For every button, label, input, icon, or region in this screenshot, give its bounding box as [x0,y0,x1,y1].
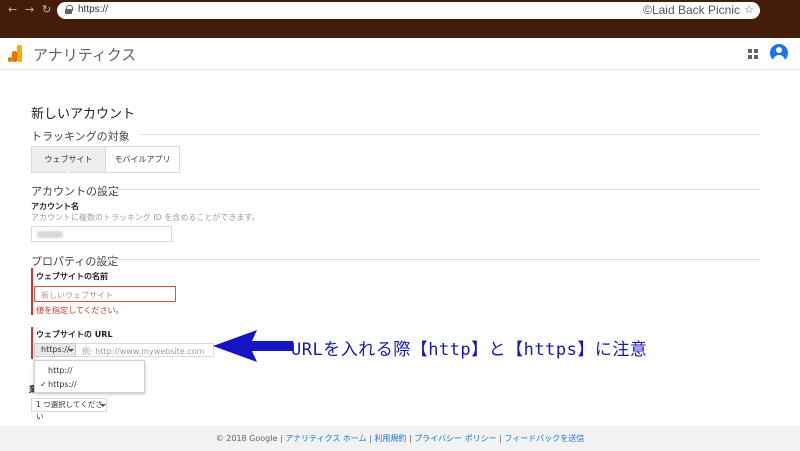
section-divider [140,134,760,135]
industry-category-select[interactable]: 1 つ選択してください [31,398,107,421]
error-indicator-bar [31,327,33,359]
account-name-help: アカウントに複数のトラッキング ID を含めることができます。 [31,213,260,222]
account-avatar[interactable] [770,44,788,62]
check-icon: ✓ [40,380,47,389]
property-section-title: プロパティの設定 [31,255,119,268]
category-select-value: 1 つ選択してください [36,400,103,421]
app-header: アナリティクス [0,38,800,70]
site-url-label: ウェブサイトの URL [36,330,113,339]
blurred-value [37,231,63,238]
site-name-placeholder: 新しいウェブサイト [41,291,113,300]
site-name-label: ウェブサイトの名前 [36,272,108,281]
account-name-label: アカウント名 [31,202,79,211]
analytics-logo-icon[interactable] [8,45,22,62]
new-account-form: 新しいアカウント トラッキングの対象 ウェブサイト モバイルアプリ アカウントの… [0,71,800,426]
page-title: 新しいアカウント [31,107,136,122]
tracking-section-title: トラッキングの対象 [31,130,130,143]
account-name-input[interactable] [31,226,172,242]
footer-link-terms[interactable]: 利用規約 [374,434,406,443]
error-indicator-bar [31,268,33,315]
annotation-arrow-icon [213,330,293,362]
site-url-placeholder: 例: http://www.mywebsite.com [82,347,205,356]
annotation-text: URLを入れる際【http】と【https】に注意 [291,340,648,360]
protocol-selected: https:// [41,345,70,354]
footer-link-feedback[interactable]: フィードバックを送信 [504,434,584,443]
bookmark-star-icon[interactable]: ☆ [744,3,754,16]
forward-arrow-icon[interactable]: → [25,3,34,16]
app-title[interactable]: アナリティクス [33,44,136,65]
address-bar[interactable]: https:// ©Laid Back Picnic ☆ [57,2,760,19]
site-name-input[interactable]: 新しいウェブサイト [34,286,176,302]
protocol-option-https[interactable]: https:// [48,380,77,389]
caret-down-icon [68,349,74,352]
section-divider [104,189,760,190]
section-divider [104,259,760,260]
protocol-dropdown-menu: http:// ✓ https:// [34,360,145,393]
footer-link-analytics-home[interactable]: アナリティクス ホーム [285,434,366,443]
caret-down-icon [100,404,106,407]
site-url-input[interactable]: 例: http://www.mywebsite.com [76,343,214,357]
lock-icon [65,5,73,14]
apps-grid-icon[interactable] [748,49,758,59]
protocol-select[interactable]: https:// [34,343,76,357]
reload-icon[interactable]: ↻ [42,3,51,16]
footer-copyright: © 2018 Google [215,434,278,443]
back-arrow-icon[interactable]: ← [8,3,17,16]
footer-link-privacy[interactable]: プライバシー ポリシー [414,434,496,443]
browser-toolbar: ← → ↻ https:// ©Laid Back Picnic ☆ [0,0,800,38]
tab-mobile-app[interactable]: モバイルアプリ [105,146,180,173]
footer: © 2018 Google | アナリティクス ホーム | 利用規約 | プライ… [0,426,800,451]
protocol-option-http[interactable]: http:// [48,366,73,375]
address-url[interactable]: https:// [78,4,108,15]
active-tab-pointer [63,169,73,174]
account-section-title: アカウントの設定 [31,185,119,198]
site-name-error: 値を指定してください。 [36,306,124,315]
watermark-credit: ©Laid Back Picnic [643,3,740,17]
